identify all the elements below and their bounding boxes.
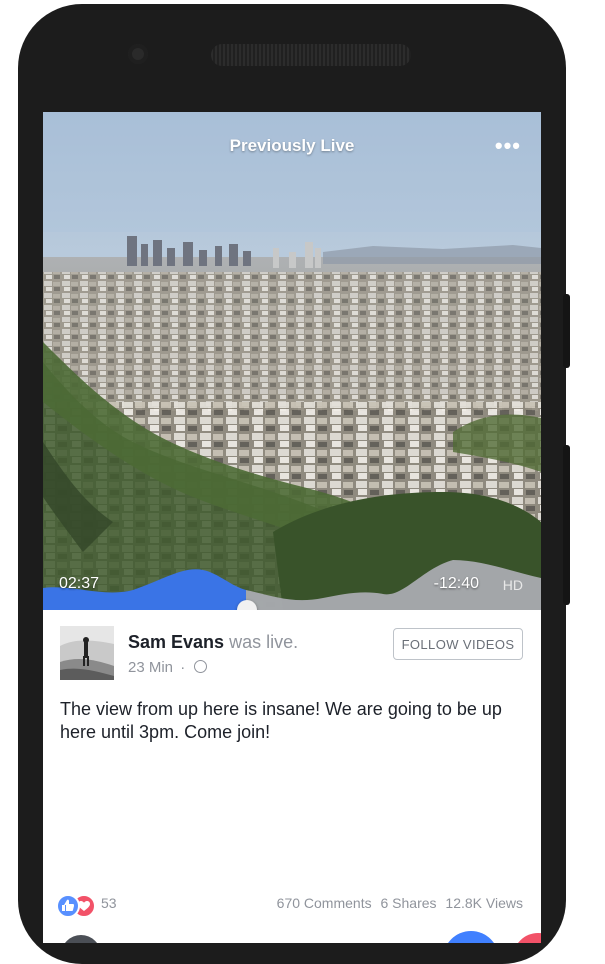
views-count[interactable]: 12.8K Views <box>445 895 523 911</box>
post-time[interactable]: 23 Min <box>128 659 173 676</box>
engagement-counts: 670 Comments 6 Shares 12.8K Views <box>272 895 523 911</box>
shares-count[interactable]: 6 Shares <box>380 895 436 911</box>
author-status: was live. <box>229 632 299 652</box>
love-action-button[interactable] <box>513 933 541 943</box>
elapsed-time: 02:37 <box>59 575 100 592</box>
author-avatar[interactable] <box>60 626 114 680</box>
more-options-icon[interactable]: ••• <box>495 135 521 157</box>
like-action-button[interactable] <box>443 931 499 943</box>
post-stats-bar: 53 670 Comments 6 Shares 12.8K Views <box>43 888 541 918</box>
video-player[interactable]: Previously Live ••• 02:37 -12:40 HD <box>43 112 541 610</box>
volume-button <box>563 445 570 605</box>
post-author-line: Sam Evans was live. <box>128 632 298 653</box>
globe-icon <box>194 660 208 673</box>
front-camera <box>128 44 148 64</box>
profile-action-button[interactable] <box>61 935 101 943</box>
video-title: Previously Live <box>229 136 355 155</box>
post-meta: 23 Min · <box>128 659 208 676</box>
power-button <box>563 294 570 368</box>
phone-screen: Previously Live ••• 02:37 -12:40 HD Sam <box>43 112 541 943</box>
video-frame-cityscape <box>43 112 541 610</box>
bottom-action-bar <box>43 927 541 943</box>
author-name[interactable]: Sam Evans <box>128 632 224 652</box>
reaction-count[interactable]: 53 <box>101 895 117 911</box>
post-message: The view from up here is insane! We are … <box>60 699 502 742</box>
meta-separator: · <box>180 659 186 676</box>
avatar-photo <box>60 626 114 680</box>
hd-quality-toggle[interactable]: HD <box>503 577 523 593</box>
follow-videos-button[interactable]: FOLLOW VIDEOS <box>393 628 523 660</box>
remaining-time: -12:40 <box>433 575 479 592</box>
comments-count[interactable]: 670 Comments <box>277 895 372 911</box>
like-reaction-icon[interactable] <box>56 894 80 918</box>
earpiece-speaker <box>211 44 411 66</box>
